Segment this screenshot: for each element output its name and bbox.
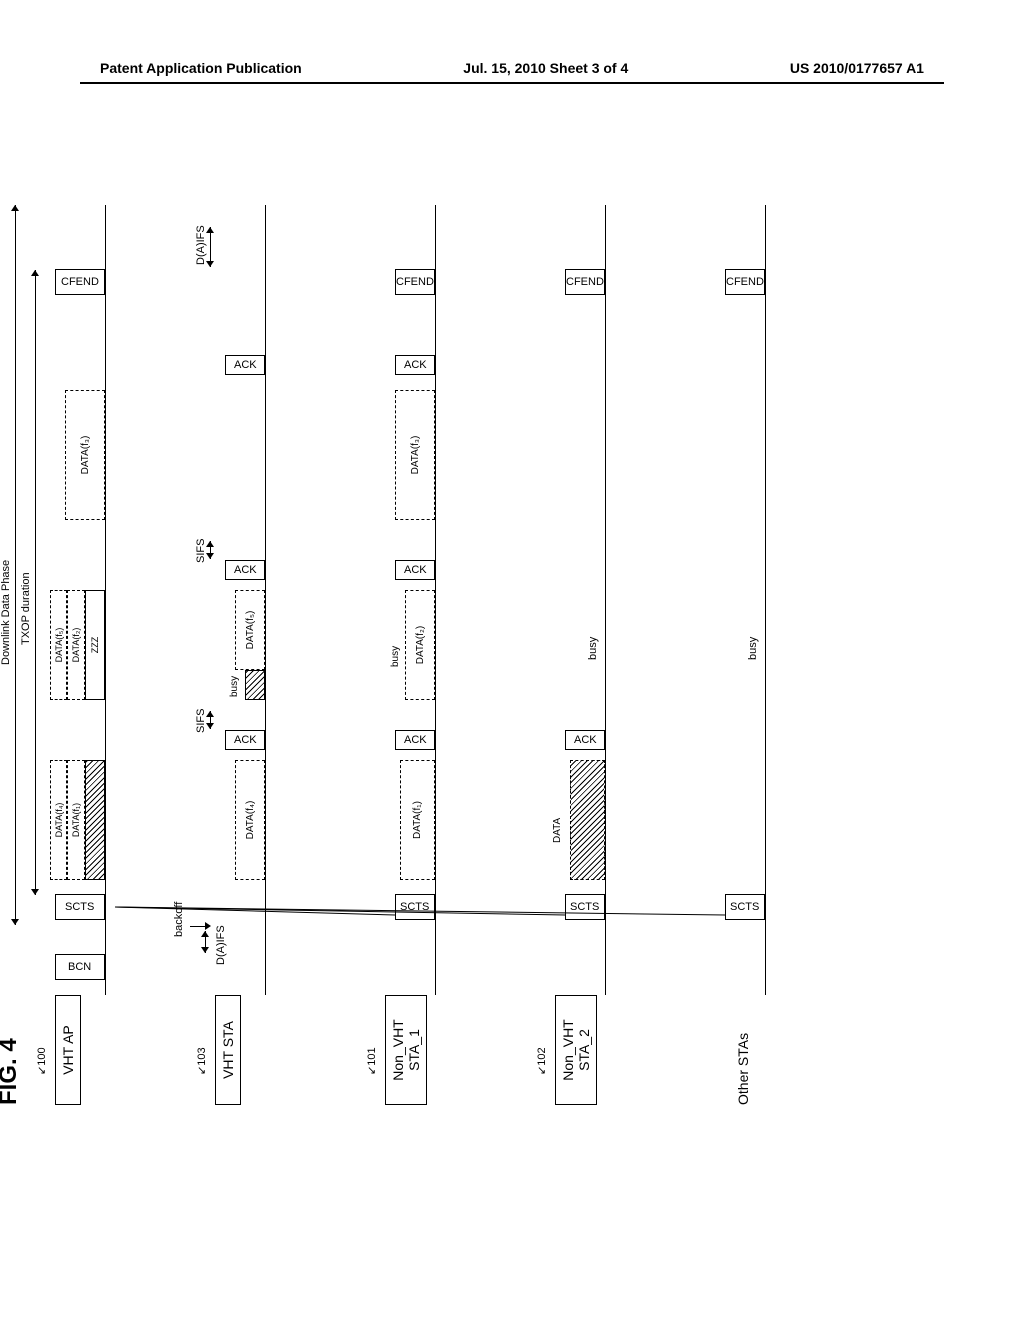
lane-nonvht2: Non_VHT STA_2 bbox=[555, 995, 597, 1105]
backoff-label: backoff bbox=[173, 902, 185, 937]
other-cfend: CFEND bbox=[725, 269, 765, 295]
sta-data-f5: DATA(f₅) bbox=[235, 590, 265, 670]
daifs-label-1: D(A)IFS bbox=[215, 925, 227, 965]
nv2-ack: ACK bbox=[565, 730, 605, 750]
lane-vht-ap: VHT AP bbox=[55, 995, 81, 1105]
nv1-busy-label: busy bbox=[390, 646, 401, 667]
nv1-data-f2: DATA(f₂) bbox=[405, 590, 435, 700]
lane-vht-sta-id: ↙103 bbox=[195, 1047, 208, 1075]
lifeline-vht-ap bbox=[105, 205, 106, 995]
sta-busy-hatch bbox=[245, 670, 265, 700]
lane-vht-ap-text: VHT AP bbox=[60, 1025, 76, 1075]
sifs-label-1: SIFS bbox=[195, 709, 207, 733]
sta-ack-3: ACK bbox=[225, 355, 265, 375]
daifs-label-2: D(A)IFS bbox=[195, 225, 207, 265]
daifs-arrow-2 bbox=[210, 227, 211, 267]
sifs-arrow-2 bbox=[210, 541, 211, 559]
phase-arrow-dl bbox=[15, 205, 16, 925]
phase-label-txop: TXOP duration bbox=[20, 572, 32, 645]
header-rule bbox=[80, 82, 944, 84]
nv2-data-label: DATA bbox=[552, 818, 563, 843]
nv1-ack-2: ACK bbox=[395, 560, 435, 580]
lane-vht-sta: VHT STA bbox=[215, 995, 241, 1105]
lane-vht-sta-text: VHT STA bbox=[220, 1021, 236, 1079]
nv1-data-f3: DATA(f₃) bbox=[395, 390, 435, 520]
page-header: Patent Application Publication Jul. 15, … bbox=[0, 60, 1024, 76]
ap-data-f5: DATA(f₅) bbox=[50, 590, 67, 700]
header-left: Patent Application Publication bbox=[100, 60, 302, 76]
figure-label: FIG. 4 bbox=[0, 1038, 23, 1105]
ap-zzz: ZZZ bbox=[85, 590, 105, 700]
cfend-ap: CFEND bbox=[55, 269, 105, 295]
sta-ack-1: ACK bbox=[225, 730, 265, 750]
lane-nonvht1-id: ↙101 bbox=[365, 1047, 378, 1075]
scts-ap: SCTS bbox=[55, 894, 105, 920]
daifs-arrow-1 bbox=[205, 931, 206, 953]
lifeline-vht-sta bbox=[265, 205, 266, 995]
nv1-ack-3: ACK bbox=[395, 355, 435, 375]
ap-data-f3: DATA(f₃) bbox=[65, 390, 105, 520]
nv1-data-f1: DATA(f₁) bbox=[400, 760, 435, 880]
other-scts: SCTS bbox=[725, 894, 765, 920]
ap-data-hatched bbox=[85, 760, 105, 880]
lane-nonvht2-id: ↙102 bbox=[535, 1047, 548, 1075]
lane-nonvht2-text: Non_VHT STA_2 bbox=[560, 1019, 592, 1080]
ap-data-f2: DATA(f₂) bbox=[67, 590, 85, 700]
header-right: US 2010/0177657 A1 bbox=[790, 60, 924, 76]
phase-label-dl: Downlink Data Phase bbox=[0, 560, 12, 665]
sifs-arrow-1 bbox=[210, 711, 211, 729]
nv2-data-hatch bbox=[570, 760, 605, 880]
other-busy: busy bbox=[747, 637, 759, 660]
ap-data-f4: DATA(f₄) bbox=[50, 760, 67, 880]
lane-nonvht1-text: Non_VHT STA_1 bbox=[390, 1019, 422, 1080]
phase-arrow-txop bbox=[35, 270, 36, 895]
lifeline-nonvht2 bbox=[605, 205, 606, 995]
nv1-scts: SCTS bbox=[395, 894, 435, 920]
bcn-box: BCN bbox=[55, 954, 105, 980]
lifeline-other bbox=[765, 205, 766, 995]
nv1-ack-1: ACK bbox=[395, 730, 435, 750]
backoff-lead bbox=[190, 926, 205, 927]
lane-vht-ap-id: ↙100 bbox=[35, 1047, 48, 1075]
nv2-scts: SCTS bbox=[565, 894, 605, 920]
page: Patent Application Publication Jul. 15, … bbox=[0, 0, 1024, 1320]
lane-other: Other STAs bbox=[735, 1033, 751, 1105]
sifs-label-2: SIFS bbox=[195, 539, 207, 563]
sta-data-f4: DATA(f₄) bbox=[235, 760, 265, 880]
nv1-cfend: CFEND bbox=[395, 269, 435, 295]
header-center: Jul. 15, 2010 Sheet 3 of 4 bbox=[463, 60, 628, 76]
ap-data-f1: DATA(f₁) bbox=[67, 760, 85, 880]
nv2-busy: busy bbox=[587, 637, 599, 660]
sta-ack-2: ACK bbox=[225, 560, 265, 580]
nv2-cfend: CFEND bbox=[565, 269, 605, 295]
timing-diagram: FIG. 4 VHT AP ↙100 VHT STA ↙103 Non_VHT … bbox=[45, 245, 995, 1065]
lane-nonvht1: Non_VHT STA_1 bbox=[385, 995, 427, 1105]
sta-busy-label: busy bbox=[229, 676, 240, 697]
lifeline-nonvht1 bbox=[435, 205, 436, 995]
